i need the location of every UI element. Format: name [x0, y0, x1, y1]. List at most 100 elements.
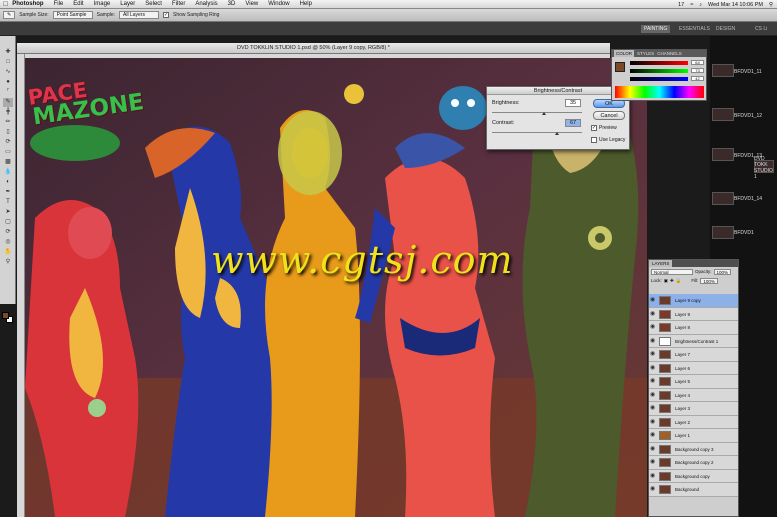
lock-icon[interactable]: ▣: [664, 278, 668, 284]
layer-row[interactable]: ◉ Layer 3: [649, 402, 738, 416]
layer-name[interactable]: Layer 6: [675, 366, 690, 371]
layer-thumbnail[interactable]: [659, 417, 671, 427]
clone-stamp-tool-icon[interactable]: ▯: [3, 128, 13, 137]
volume-icon[interactable]: ♪: [699, 2, 702, 8]
workspace-painting[interactable]: PAINTING: [641, 25, 671, 33]
app-menu[interactable]: Photoshop: [8, 1, 48, 7]
lasso-tool-icon[interactable]: ∿: [3, 68, 13, 77]
layer-thumbnail[interactable]: [659, 296, 671, 305]
brightness-slider-handle[interactable]: [542, 112, 547, 115]
layer-name[interactable]: Layer 8: [675, 325, 690, 330]
desktop-file-4[interactable]: DVD TOKK STUDIO 1: [754, 156, 776, 180]
layer-thumbnail[interactable]: [659, 350, 671, 359]
layer-row[interactable]: ◉ Background: [649, 483, 738, 497]
dialog-title[interactable]: Brightness/Contrast: [487, 87, 629, 95]
menu-help[interactable]: Help: [295, 1, 317, 7]
clock[interactable]: Wed Mar 14 10:06 PM: [708, 2, 763, 8]
desktop-file-thumb[interactable]: [712, 226, 734, 239]
sample-select[interactable]: All Layers: [119, 11, 160, 19]
layer-name[interactable]: Layer 3: [675, 406, 690, 411]
layer-visibility-eye-icon[interactable]: ◉: [650, 473, 656, 479]
eyedropper-preset-icon[interactable]: ✎: [3, 11, 16, 19]
menu-filter[interactable]: Filter: [167, 1, 190, 7]
layer-thumbnail[interactable]: [659, 363, 671, 373]
layer-row[interactable]: ◉ Background copy 3: [649, 442, 738, 456]
color-swatch[interactable]: [615, 62, 625, 72]
menu-select[interactable]: Select: [140, 1, 167, 7]
layer-thumbnail[interactable]: [659, 444, 671, 454]
layer-thumbnail[interactable]: [659, 471, 671, 481]
layer-thumbnail[interactable]: [659, 458, 671, 467]
document-tab[interactable]: DVD TOKKLIN STUDIO 1.psd @ 50% (Layer 9 …: [17, 43, 610, 54]
layer-name[interactable]: Background copy 3: [675, 447, 714, 452]
layer-name[interactable]: Layer 1: [675, 433, 690, 438]
legacy-option[interactable]: Use Legacy: [591, 137, 625, 143]
layer-name[interactable]: Layer 7: [675, 352, 690, 357]
show-ring-checkbox[interactable]: ✓: [163, 12, 170, 18]
layer-visibility-eye-icon[interactable]: ◉: [650, 324, 656, 330]
layer-row[interactable]: ◉ Layer 6: [649, 361, 738, 375]
layer-visibility-eye-icon[interactable]: ◉: [650, 432, 656, 438]
layer-row[interactable]: ◉ Layer 8: [649, 321, 738, 335]
menu-edit[interactable]: Edit: [68, 1, 88, 7]
layer-thumbnail[interactable]: [659, 431, 671, 440]
layer-row[interactable]: ◉ Background copy 2: [649, 456, 738, 470]
desktop-file-6[interactable]: BFDVD1: [734, 230, 754, 236]
layer-name[interactable]: Layer 5: [675, 379, 690, 384]
move-tool-icon[interactable]: ✚: [3, 48, 13, 57]
history-brush-tool-icon[interactable]: ⟳: [3, 138, 13, 147]
apple-icon[interactable]: : [0, 1, 8, 8]
desktop-file-thumb[interactable]: [712, 148, 734, 161]
layer-visibility-eye-icon[interactable]: ◉: [650, 459, 656, 465]
desktop-file-thumb[interactable]: [712, 108, 734, 121]
brightness-value-field[interactable]: 35: [565, 99, 581, 107]
menu-layer[interactable]: Layer: [115, 1, 140, 7]
layer-thumbnail[interactable]: [659, 390, 671, 400]
brightness-slider-track[interactable]: [492, 112, 582, 113]
layer-row[interactable]: ◉ Layer 2: [649, 415, 738, 429]
layer-visibility-eye-icon[interactable]: ◉: [650, 338, 656, 344]
layer-name[interactable]: Layer 9 copy: [675, 298, 701, 303]
layer-thumbnail[interactable]: [659, 377, 671, 386]
tab-channels[interactable]: CHANNELS: [657, 50, 682, 57]
layer-name[interactable]: Background copy 2: [675, 460, 714, 465]
layer-name[interactable]: Layer 2: [675, 420, 690, 425]
menu-file[interactable]: File: [49, 1, 69, 7]
layer-visibility-eye-icon[interactable]: ◉: [650, 486, 656, 492]
cs-live-button[interactable]: CS Li: [752, 25, 770, 33]
layer-visibility-eye-icon[interactable]: ◉: [650, 311, 656, 317]
layer-name[interactable]: Background: [675, 487, 699, 492]
preview-option[interactable]: ✓ Preview: [591, 125, 617, 131]
menu-analysis[interactable]: Analysis: [190, 1, 222, 7]
shape-tool-icon[interactable]: ▢: [3, 218, 13, 227]
tab-styles[interactable]: STYLES: [637, 50, 654, 57]
layer-name[interactable]: Layer 9: [675, 312, 690, 317]
menu-window[interactable]: Window: [263, 1, 294, 7]
desktop-file-2[interactable]: BFDVD1_12: [734, 113, 762, 119]
layer-visibility-eye-icon[interactable]: ◉: [650, 297, 656, 303]
desktop-file-1[interactable]: BFDVD1_11: [734, 69, 762, 75]
preview-checkbox[interactable]: ✓: [591, 125, 597, 131]
layer-row[interactable]: ◉ Background copy: [649, 469, 738, 483]
contrast-value-field[interactable]: 67: [565, 119, 581, 127]
marquee-tool-icon[interactable]: □: [3, 58, 13, 67]
crop-tool-icon[interactable]: ⌜: [3, 88, 13, 97]
3d-rotate-tool-icon[interactable]: ⟳: [3, 228, 13, 237]
layer-name[interactable]: Layer 4: [675, 393, 690, 398]
layer-thumbnail[interactable]: [659, 404, 671, 413]
path-select-tool-icon[interactable]: ➤: [3, 208, 13, 217]
layer-visibility-eye-icon[interactable]: ◉: [650, 419, 656, 425]
layer-row[interactable]: ◉ Layer 9: [649, 307, 738, 321]
tab-color[interactable]: COLOR: [614, 50, 635, 57]
menu-3d[interactable]: 3D: [223, 1, 241, 7]
contrast-slider-handle[interactable]: [554, 132, 559, 135]
layer-thumbnail[interactable]: [659, 336, 671, 346]
zoom-tool-icon[interactable]: ⚲: [3, 258, 13, 267]
healing-tool-icon[interactable]: ╋: [3, 108, 13, 117]
layer-visibility-eye-icon[interactable]: ◉: [650, 392, 656, 398]
layer-row[interactable]: ◉ Layer 7: [649, 348, 738, 362]
lock-all-icon[interactable]: 🔒: [676, 278, 682, 284]
layer-visibility-eye-icon[interactable]: ◉: [650, 351, 656, 357]
blur-tool-icon[interactable]: 💧: [3, 168, 13, 177]
3d-camera-tool-icon[interactable]: ◎: [3, 238, 13, 247]
